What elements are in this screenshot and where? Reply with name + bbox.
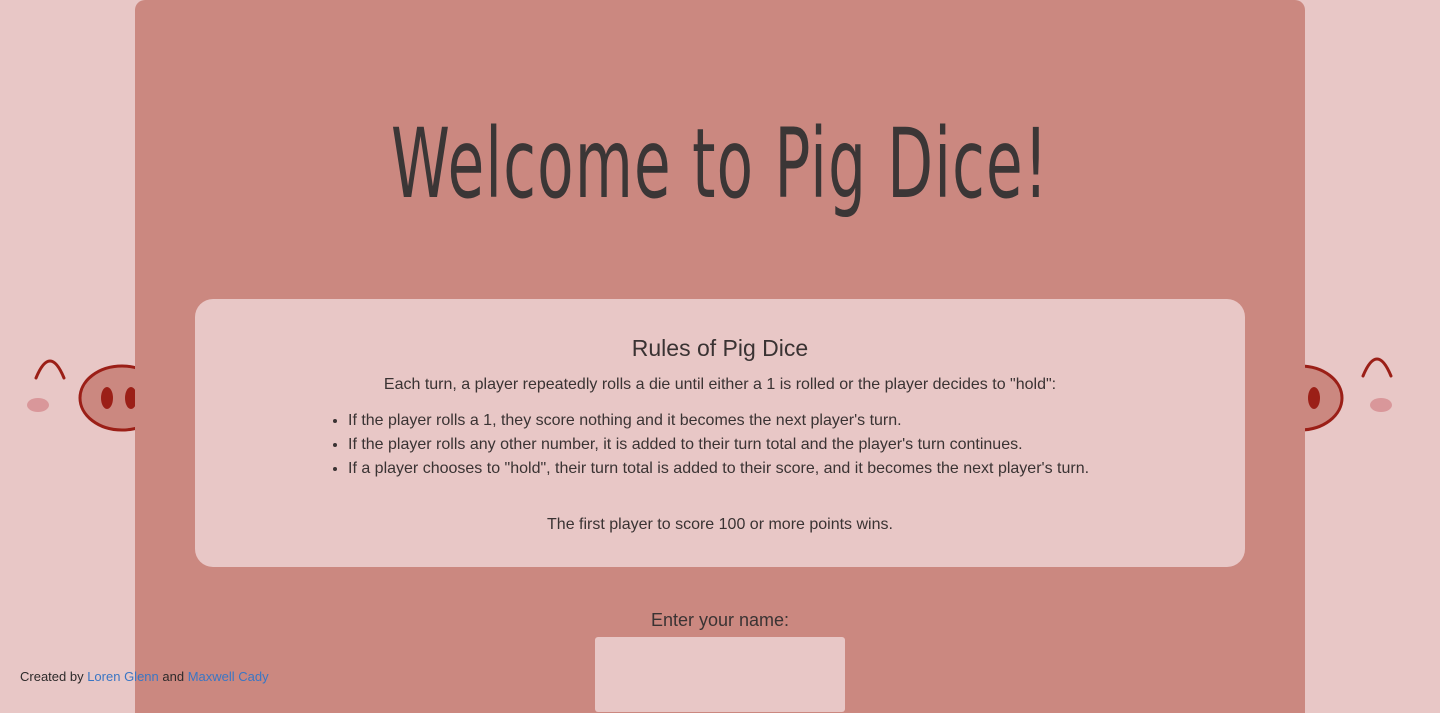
- rule-item: If a player chooses to "hold", their tur…: [348, 457, 1089, 481]
- pig-face-right-decoration: [1300, 357, 1393, 432]
- footer-prefix: Created by: [20, 669, 88, 684]
- pig-nostril-left-icon: [101, 387, 113, 409]
- rules-list: If the player rolls a 1, they score noth…: [330, 409, 1089, 481]
- page-title: Welcome to Pig Dice!: [390, 108, 1050, 220]
- rule-item: If the player rolls any other number, it…: [348, 433, 1089, 457]
- rules-card: Rules of Pig Dice Each turn, a player re…: [195, 299, 1245, 567]
- pig-face-left-decoration: [27, 359, 140, 432]
- pig-eye-right-icon: [1361, 357, 1393, 378]
- rules-intro: Each turn, a player repeatedly rolls a d…: [383, 376, 1057, 393]
- footer-credits: Created by Loren Glenn and Maxwell Cady: [20, 669, 269, 684]
- author-link-loren-glenn[interactable]: Loren Glenn: [87, 669, 159, 684]
- author-link-maxwell-cady[interactable]: Maxwell Cady: [188, 669, 269, 684]
- rule-item: If the player rolls a 1, they score noth…: [348, 409, 1089, 433]
- rules-win-condition: The first player to score 100 or more po…: [547, 516, 893, 533]
- pig-cheek-right-icon: [1370, 398, 1392, 412]
- pig-eye-left-icon: [34, 359, 66, 380]
- pig-snout-right-icon: [1300, 364, 1344, 432]
- rules-heading: Rules of Pig Dice: [631, 335, 809, 361]
- name-input[interactable]: [595, 637, 845, 712]
- name-label: Enter your name:: [650, 610, 790, 630]
- pig-cheek-left-icon: [27, 398, 49, 412]
- footer-conjunction: and: [158, 669, 188, 684]
- pig-nostril-icon: [1308, 387, 1320, 409]
- main-panel: Welcome to Pig Dice! Rules of Pig Dice E…: [135, 0, 1305, 713]
